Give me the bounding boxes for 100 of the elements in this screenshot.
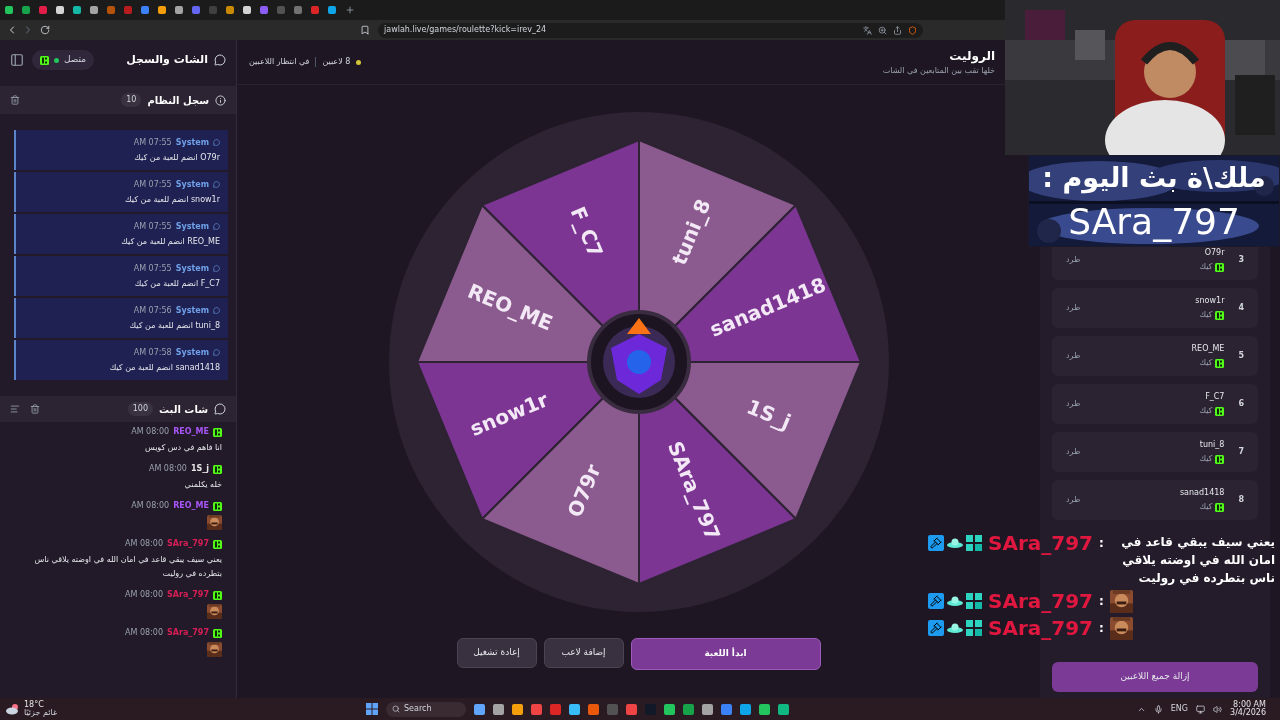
player-name: REO_ME	[1191, 343, 1225, 355]
shield-icon[interactable]	[908, 25, 917, 35]
language-indicator[interactable]: ENG	[1170, 703, 1189, 715]
tab-icon[interactable]	[141, 6, 149, 14]
taskbar-icon[interactable]	[531, 703, 542, 715]
taskbar-icon[interactable]	[778, 703, 789, 715]
translate-icon[interactable]	[863, 25, 872, 35]
sender-name: System	[175, 220, 209, 233]
taskbar-icon[interactable]	[721, 703, 732, 715]
time-text: AM 08:00	[131, 426, 170, 438]
kick-link[interactable]: طرد	[1066, 302, 1081, 314]
tab-icon[interactable]	[39, 6, 47, 14]
filter-icon[interactable]	[10, 404, 20, 414]
count-badge: 100	[127, 402, 153, 416]
tab-icon[interactable]	[73, 6, 81, 14]
platform-text: كيك	[1199, 453, 1213, 465]
tab-icon[interactable]	[90, 6, 98, 14]
sender-name: System	[175, 304, 209, 317]
player-name: F_C7	[1205, 391, 1225, 403]
trash-icon[interactable]	[10, 95, 20, 105]
rank-number: 4	[1238, 302, 1244, 314]
rank-number: 8	[1238, 494, 1244, 506]
taskbar-icon[interactable]	[740, 703, 751, 715]
taskbar-icon[interactable]	[759, 703, 770, 715]
chat-username: 1S_j	[190, 463, 209, 475]
windows-icon[interactable]	[366, 703, 378, 715]
tab-icon[interactable]	[328, 6, 336, 14]
tab-icon[interactable]	[22, 6, 30, 14]
time-text: AM 07:55	[133, 178, 172, 191]
time-text: AM 08:00	[125, 589, 163, 601]
player-name: tuni_8	[1199, 439, 1225, 451]
sender-name: System	[175, 346, 209, 359]
tab-icon[interactable]	[107, 6, 115, 14]
taskbar-icon[interactable]	[474, 703, 485, 715]
tab-icon[interactable]	[158, 6, 166, 14]
bookmark-icon[interactable]	[360, 25, 370, 35]
slice-label: O79r	[562, 460, 606, 521]
taskbar-icon[interactable]	[702, 703, 713, 715]
taskbar-icon[interactable]	[683, 703, 694, 715]
url-field[interactable]: jawlah.live/games/roulette?kick=irev_24	[378, 22, 923, 38]
new-tab-icon[interactable]	[345, 5, 355, 15]
status-text: في انتظار اللاعبين	[249, 56, 310, 68]
tab-icon[interactable]	[243, 6, 251, 14]
tab-icon[interactable]	[192, 6, 200, 14]
banner-name: SAra_797	[1068, 200, 1240, 244]
tab-icon[interactable]	[175, 6, 183, 14]
hammer-icon	[928, 620, 944, 636]
kick-link[interactable]: طرد	[1066, 254, 1081, 266]
tab-icon[interactable]	[226, 6, 234, 14]
action-button[interactable]: إعادة تشغيل	[456, 638, 537, 668]
grid-badge-icon	[966, 535, 982, 551]
section-title: شات البث	[159, 402, 208, 417]
platform-icon	[1215, 502, 1225, 512]
taskbar-icon[interactable]	[550, 703, 561, 715]
kick-link[interactable]: طرد	[1066, 494, 1081, 506]
kick-link[interactable]: طرد	[1066, 350, 1081, 362]
tab-icon[interactable]	[311, 6, 319, 14]
slice-label: 1S_j	[742, 393, 794, 434]
tab-icon[interactable]	[56, 6, 64, 14]
player-name: snow1r	[1195, 295, 1225, 307]
sender-name: System	[175, 178, 209, 191]
tab-icon[interactable]	[5, 6, 13, 14]
clear-players-button[interactable]: إزالة جميع اللاعبين	[1052, 662, 1258, 692]
zoom-icon[interactable]	[878, 25, 887, 35]
chat-username: SAra_797	[167, 538, 209, 550]
overlay-message: يعني سيف يبقي قاعد في امان الله في اوضته يلاقي ناس بتطرده في روليت	[1120, 534, 1275, 587]
network-icon[interactable]	[1196, 704, 1206, 714]
collapse-panel-icon[interactable]	[10, 53, 24, 67]
taskbar-icon[interactable]	[626, 703, 637, 715]
clock-time[interactable]: 8:00 AM	[1233, 701, 1266, 709]
clock-date[interactable]: 3/4/2026	[1230, 709, 1266, 717]
chat-message: خله يكلمني	[184, 479, 222, 491]
share-icon[interactable]	[893, 25, 902, 35]
panel-title: الشات والسجل	[126, 51, 208, 68]
chat-username: SAra_797	[167, 589, 209, 601]
section-title: سجل النظام	[147, 93, 209, 108]
hammer-icon	[928, 593, 944, 609]
kick-link[interactable]: طرد	[1066, 398, 1081, 410]
action-button[interactable]: إضافة لاعب	[543, 638, 624, 668]
platform-icon	[1215, 406, 1225, 416]
trash-icon[interactable]	[30, 404, 40, 414]
taskbar-icon[interactable]	[512, 703, 523, 715]
tab-icon[interactable]	[294, 6, 302, 14]
mic-icon[interactable]	[1153, 704, 1163, 714]
status-text: متصل	[64, 53, 87, 67]
start-button[interactable]: ابدأ اللعبة	[630, 638, 821, 670]
taskbar-icon[interactable]	[569, 703, 580, 715]
search-field[interactable]: Search	[386, 701, 466, 717]
log-text: tuni_8 انضم للعبة من كيك	[129, 319, 220, 332]
kick-link[interactable]: طرد	[1066, 446, 1081, 458]
separator-text: :	[1099, 593, 1104, 610]
taskbar-icon[interactable]	[664, 703, 675, 715]
ufo-icon	[947, 537, 963, 549]
taskbar-icon[interactable]	[588, 703, 599, 715]
reload-icon[interactable]	[40, 25, 50, 35]
tab-icon[interactable]	[260, 6, 268, 14]
volume-icon[interactable]	[1213, 704, 1223, 714]
weather-temp: 18°C	[24, 701, 45, 709]
taskbar-icon[interactable]	[493, 703, 504, 715]
rank-number: 5	[1238, 350, 1244, 362]
